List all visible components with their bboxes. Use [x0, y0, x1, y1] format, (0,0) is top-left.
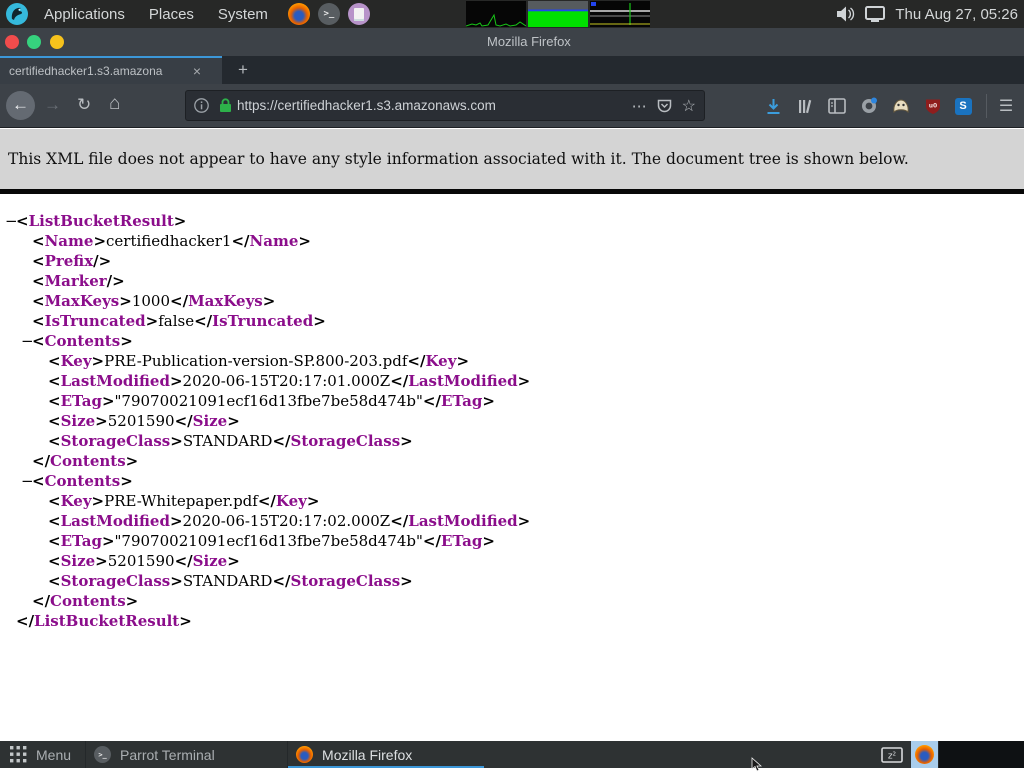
library-icon[interactable]	[792, 93, 818, 119]
xml-line: <IsTruncated>false</IsTruncated>	[5, 311, 1024, 331]
tab-title: certifiedhacker1.s3.amazona	[9, 64, 187, 78]
xml-line: <Marker/>	[5, 271, 1024, 291]
window-maximize-button[interactable]	[27, 35, 41, 49]
xml-line: −<Contents>	[5, 471, 1024, 491]
firefox-titlebar: Mozilla Firefox	[0, 28, 1024, 56]
parrot-os-logo-icon[interactable]	[6, 3, 28, 25]
tab-close-icon[interactable]: ×	[187, 63, 207, 79]
xml-line: <StorageClass>STANDARD</StorageClass>	[5, 431, 1024, 451]
xml-collapse-toggle[interactable]: −	[21, 331, 32, 351]
taskbar-task-mozilla-firefox[interactable]: Mozilla Firefox	[287, 741, 484, 768]
xml-line: <Prefix/>	[5, 251, 1024, 271]
navigation-toolbar: ← → ↻ ⌂ https://certifiedhacker1.s3.amaz…	[0, 84, 1024, 128]
xml-line: </Contents>	[5, 591, 1024, 611]
xml-line: <Key>PRE-Whitepaper.pdf</Key>	[5, 491, 1024, 511]
xml-line: <LastModified>2020-06-15T20:17:01.000Z</…	[5, 371, 1024, 391]
mouse-cursor	[751, 757, 762, 772]
site-info-icon[interactable]	[194, 98, 209, 113]
taskbar-menu-label: Menu	[36, 747, 71, 763]
grid-menu-icon	[10, 746, 27, 763]
cpu-monitor-graph[interactable]	[466, 1, 526, 27]
url-bar[interactable]: https://certifiedhacker1.s3.amazonaws.co…	[185, 90, 705, 121]
svg-text:u0: u0	[929, 102, 937, 109]
pocket-icon[interactable]	[657, 99, 672, 113]
menu-applications[interactable]: Applications	[32, 6, 137, 23]
tab-bar: certifiedhacker1.s3.amazona × +	[0, 56, 1024, 84]
tab-certifiedhacker[interactable]: certifiedhacker1.s3.amazona ×	[0, 56, 222, 84]
menu-system[interactable]: System	[206, 6, 280, 23]
lock-icon[interactable]	[219, 98, 232, 113]
tab-title-fade	[161, 64, 187, 78]
sidebars-icon[interactable]	[824, 93, 850, 119]
system-top-panel: Applications Places System >_	[0, 0, 1024, 28]
network-monitor-graph[interactable]	[590, 1, 650, 27]
extension-containers-icon[interactable]	[856, 93, 882, 119]
window-close-button[interactable]	[5, 35, 19, 49]
xml-style-notice: This XML file does not appear to have an…	[0, 129, 1024, 194]
taskbar-task-parrot-terminal[interactable]: >_ Parrot Terminal	[85, 741, 287, 768]
keyboard-layout-icon[interactable]: z²	[881, 747, 903, 763]
volume-icon[interactable]	[836, 6, 855, 22]
page-actions-icon[interactable]: ⋯	[632, 97, 647, 115]
xml-line: </ListBucketResult>	[5, 611, 1024, 631]
xml-line: <Name>certifiedhacker1</Name>	[5, 231, 1024, 251]
clock[interactable]: Thu Aug 27, 05:26	[895, 6, 1018, 23]
memory-monitor-graph[interactable]	[528, 1, 588, 27]
xml-line: <Size>5201590</Size>	[5, 551, 1024, 571]
task-label: Parrot Terminal	[120, 747, 215, 763]
extension-foxyproxy-icon[interactable]	[888, 93, 914, 119]
xml-line: <ETag>"79070021091ecf16d13fbe7be58d474b"…	[5, 391, 1024, 411]
window-title: Mozilla Firefox	[487, 34, 571, 49]
window-minimize-button[interactable]	[50, 35, 64, 49]
text-editor-launcher-icon[interactable]	[348, 3, 370, 25]
xml-document-view: −<ListBucketResult><Name>certifiedhacker…	[0, 194, 1024, 741]
workspace-switcher[interactable]	[938, 741, 1024, 768]
xml-line: <Size>5201590</Size>	[5, 411, 1024, 431]
new-tab-button[interactable]: +	[230, 57, 256, 83]
firefox-tray-icon[interactable]	[911, 741, 938, 768]
xml-line: <MaxKeys>1000</MaxKeys>	[5, 291, 1024, 311]
xml-line: −<ListBucketResult>	[5, 211, 1024, 231]
reload-button[interactable]: ↻	[77, 95, 91, 115]
terminal-task-icon: >_	[94, 746, 111, 763]
xml-collapse-toggle[interactable]: −	[5, 211, 16, 231]
url-text[interactable]: https://certifiedhacker1.s3.amazonaws.co…	[237, 98, 627, 113]
xml-line: −<Contents>	[5, 331, 1024, 351]
xml-line: <LastModified>2020-06-15T20:17:02.000Z</…	[5, 511, 1024, 531]
home-button[interactable]: ⌂	[109, 93, 120, 115]
firefox-task-icon	[296, 746, 313, 763]
back-button[interactable]: ←	[6, 91, 35, 120]
bookmark-star-icon[interactable]: ☆	[682, 96, 696, 116]
xml-collapse-toggle[interactable]: −	[21, 471, 32, 491]
firefox-launcher-icon[interactable]	[288, 3, 310, 25]
taskbar-menu-button[interactable]: Menu	[0, 741, 85, 768]
toolbar-separator	[986, 94, 987, 118]
xml-line: </Contents>	[5, 451, 1024, 471]
xml-line: <StorageClass>STANDARD</StorageClass>	[5, 571, 1024, 591]
display-icon[interactable]	[865, 6, 885, 22]
xml-line: <ETag>"79070021091ecf16d13fbe7be58d474b"…	[5, 531, 1024, 551]
document-glyph	[354, 8, 364, 21]
bottom-taskbar: Menu >_ Parrot Terminal Mozilla Firefox …	[0, 741, 1024, 768]
xml-line: <Key>PRE-Publication-version-SP.800-203.…	[5, 351, 1024, 371]
downloads-icon[interactable]	[760, 93, 786, 119]
forward-button[interactable]: →	[44, 95, 61, 115]
extension-ublock-icon[interactable]: u0	[920, 93, 946, 119]
menu-places[interactable]: Places	[137, 6, 206, 23]
terminal-launcher-icon[interactable]: >_	[318, 3, 340, 25]
svg-text:z²: z²	[888, 751, 897, 761]
system-monitors	[466, 1, 650, 27]
system-tray: z²	[881, 741, 1024, 768]
app-menu-icon[interactable]: ☰	[993, 93, 1019, 119]
task-label: Mozilla Firefox	[322, 747, 412, 763]
extension-shodan-icon[interactable]: S	[950, 93, 976, 119]
firefox-logo	[915, 745, 934, 764]
